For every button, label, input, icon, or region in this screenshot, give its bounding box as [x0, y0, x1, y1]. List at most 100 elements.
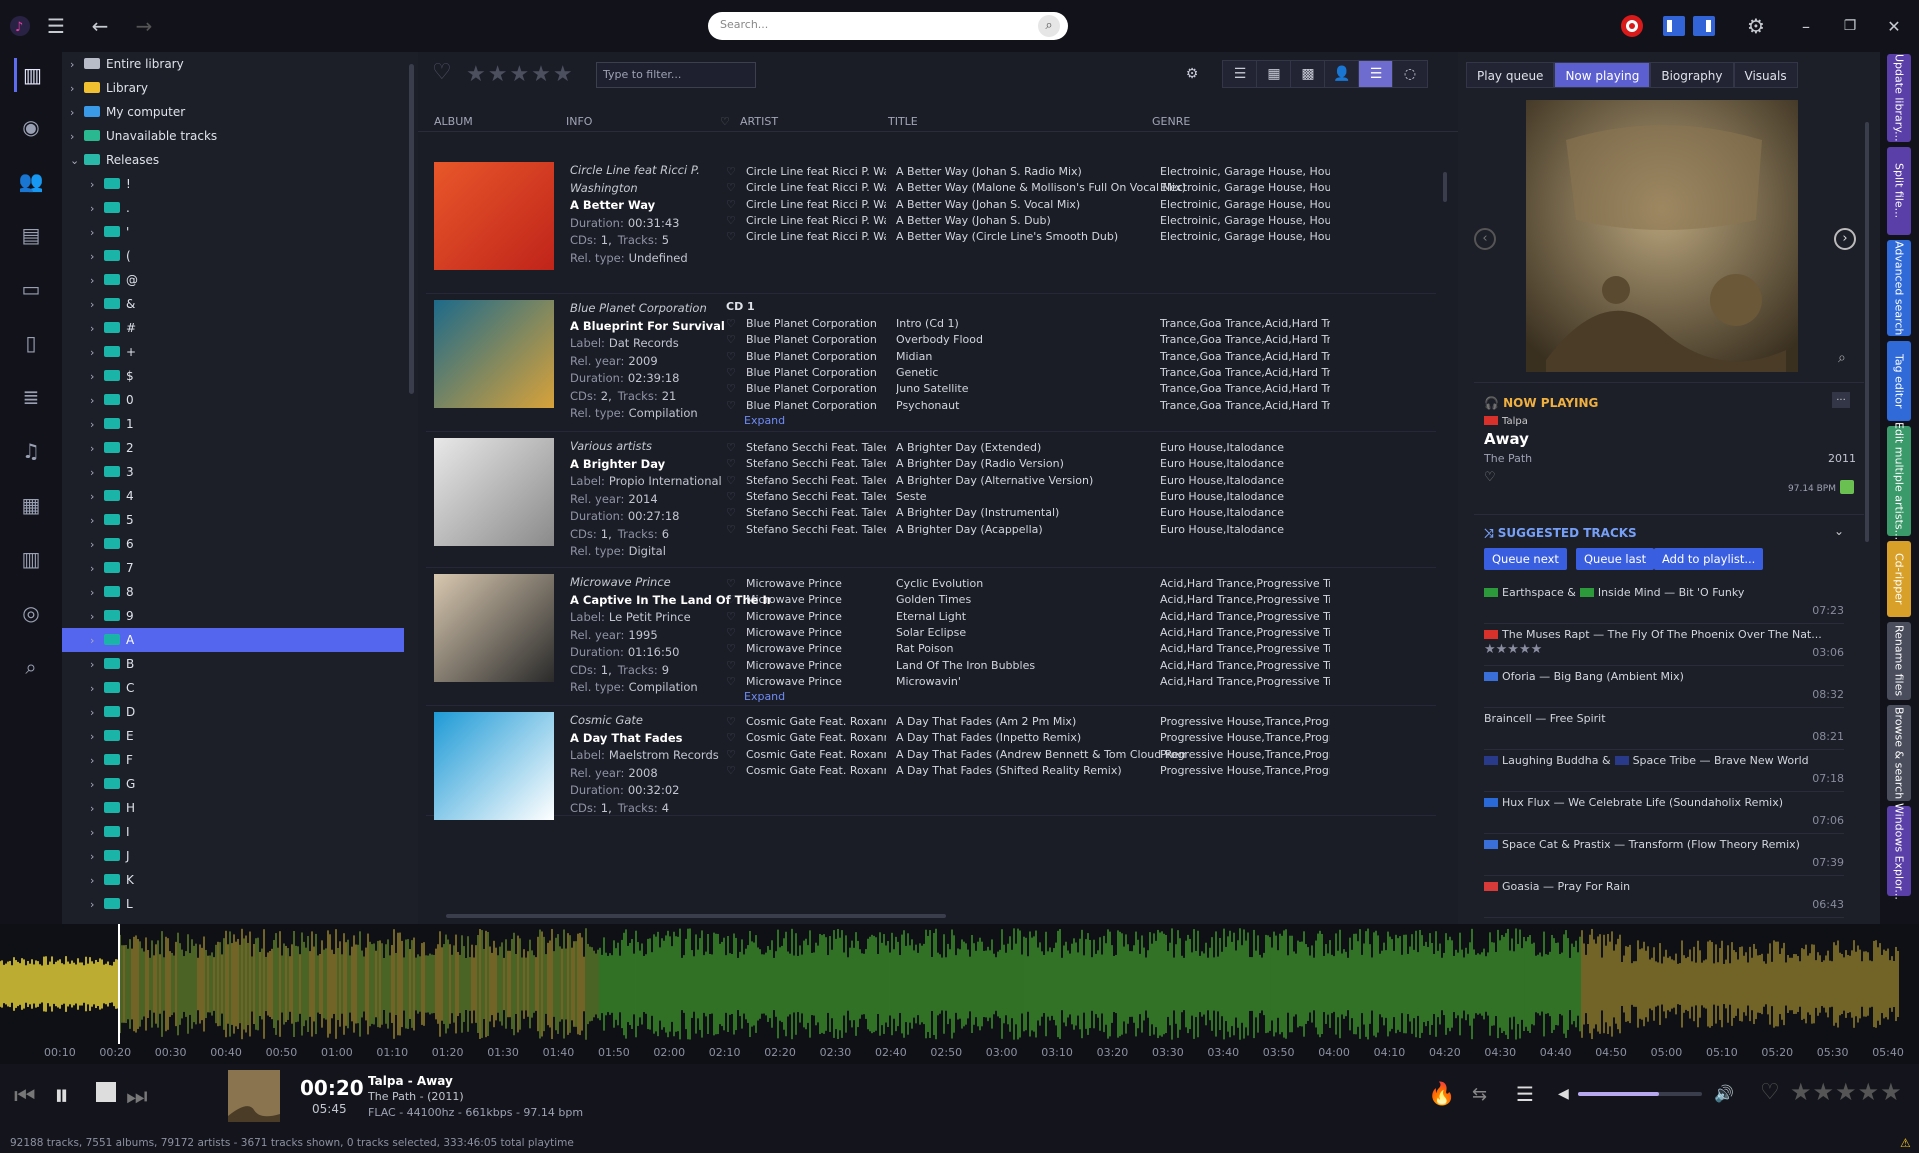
side-tab[interactable]: Tag editor: [1887, 341, 1911, 421]
chevron-icon[interactable]: ›: [90, 677, 104, 701]
chevron-icon[interactable]: ›: [90, 485, 104, 509]
track-heart-icon[interactable]: ♡: [726, 520, 736, 540]
suggested-artist[interactable]: Earthspace &: [1502, 586, 1576, 599]
chevron-icon[interactable]: ›: [90, 581, 104, 605]
chevron-icon[interactable]: ›: [90, 749, 104, 773]
add-to-playlist-button[interactable]: Add to playlist...: [1654, 548, 1764, 570]
track-row[interactable]: ♡ Cosmic Gate Feat. Roxann... A Day That F…: [726, 761, 1446, 781]
release-folder[interactable]: › A: [62, 628, 404, 652]
suggested-title[interactable]: Pray For Rain: [1558, 880, 1631, 893]
forward-arrow-icon[interactable]: →: [128, 10, 160, 42]
suggested-artist[interactable]: Laughing Buddha &: [1502, 754, 1611, 767]
track-heart-icon[interactable]: ♡: [726, 227, 736, 247]
track-heart-icon[interactable]: ♡: [726, 672, 736, 692]
side-tab[interactable]: Split file...: [1887, 147, 1911, 235]
side-tab[interactable]: Advanced search: [1887, 240, 1911, 336]
flame-icon[interactable]: 🔥: [1428, 1082, 1455, 1107]
release-folder[interactable]: › C: [62, 676, 404, 700]
release-folder[interactable]: › 1: [62, 412, 404, 436]
suggested-track[interactable]: Laughing Buddha & Space Tribe — Brave New…: [1484, 750, 1844, 792]
search-input[interactable]: Search... ⌕: [708, 12, 1068, 40]
side-tab[interactable]: Browse & search: [1887, 705, 1911, 801]
back-arrow-icon[interactable]: ←: [84, 10, 116, 42]
chevron-icon[interactable]: ›: [90, 821, 104, 845]
album-cover[interactable]: [434, 438, 554, 546]
app-logo-icon[interactable]: ♪: [4, 10, 36, 42]
player-cover-thumb[interactable]: [228, 1070, 280, 1122]
next-cover-icon[interactable]: ›: [1834, 228, 1856, 250]
chevron-icon[interactable]: ›: [90, 773, 104, 797]
queue-next-button[interactable]: Queue next: [1484, 548, 1567, 570]
minimize-icon[interactable]: –: [1790, 10, 1822, 42]
chevron-icon[interactable]: ›: [90, 653, 104, 677]
player-album-year[interactable]: The Path - (2011): [368, 1090, 464, 1103]
list-view-icon[interactable]: ☰: [1222, 60, 1258, 88]
chevron-icon[interactable]: ›: [90, 389, 104, 413]
col-info[interactable]: INFO: [566, 115, 592, 128]
volume-slider[interactable]: [1578, 1092, 1702, 1096]
rating-stars[interactable]: ★★★★★: [466, 62, 575, 87]
np-album[interactable]: The Path: [1484, 452, 1532, 465]
lastfm-icon[interactable]: [1616, 10, 1648, 42]
track-artist[interactable]: Cosmic Gate Feat. Roxann...: [746, 761, 886, 781]
chevron-icon[interactable]: ›: [90, 461, 104, 485]
artists-icon[interactable]: 👥: [14, 164, 48, 198]
track-artist[interactable]: Stefano Secchi Feat. Taleesa: [746, 520, 886, 540]
track-heart-icon[interactable]: ♡: [726, 396, 736, 416]
chevron-icon[interactable]: ›: [90, 629, 104, 653]
right-vscroll[interactable]: [1864, 102, 1870, 542]
suggested-track[interactable]: Space Cat & Prastix — Transform (Flow Th…: [1484, 834, 1844, 876]
filter-settings-icon[interactable]: ⚙: [1174, 60, 1210, 88]
side-tab[interactable]: Rename files: [1887, 622, 1911, 700]
album-cover[interactable]: [434, 300, 554, 408]
album-details-view-icon[interactable]: ☰: [1358, 60, 1394, 88]
release-folder[interactable]: › &: [62, 292, 404, 316]
search-icon[interactable]: ⌕: [14, 650, 48, 684]
chevron-icon[interactable]: ›: [90, 317, 104, 341]
suggested-artist[interactable]: Goasia: [1502, 880, 1540, 893]
col-artist[interactable]: ARTIST: [740, 115, 778, 128]
queue-last-button[interactable]: Queue last: [1576, 548, 1655, 570]
more-options-button[interactable]: ...: [1832, 392, 1850, 408]
side-tab[interactable]: Windows Explor...: [1887, 803, 1911, 899]
suggested-rating-stars[interactable]: ★★★★★: [1484, 642, 1542, 657]
suggested-track[interactable]: The Muses Rapt — The Fly Of The Phoenix …: [1484, 624, 1844, 666]
release-folder[interactable]: › J: [62, 844, 404, 868]
queue-list-icon[interactable]: ☰: [1516, 1082, 1534, 1106]
chevron-icon[interactable]: ›: [90, 869, 104, 893]
track-row[interactable]: ♡ Microwave Prince Microwavin' Acid,Hard Tr…: [726, 672, 1446, 692]
playlist-icon[interactable]: ≣: [14, 380, 48, 414]
side-tab[interactable]: Update library...: [1887, 54, 1911, 142]
release-folder[interactable]: › 9: [62, 604, 404, 628]
calendar-icon[interactable]: ▦: [14, 488, 48, 522]
tree-item[interactable]: ⌄ Releases: [62, 148, 404, 172]
chevron-icon[interactable]: ›: [90, 197, 104, 221]
np-heart-icon[interactable]: ♡: [1484, 470, 1496, 485]
release-folder[interactable]: ›(: [62, 244, 404, 268]
chevron-icon[interactable]: ›: [90, 845, 104, 869]
tree-item[interactable]: › My computer: [62, 100, 404, 124]
release-folder[interactable]: ›!: [62, 172, 404, 196]
radio-icon[interactable]: ◉: [14, 110, 48, 144]
release-folder[interactable]: › F: [62, 748, 404, 772]
col-title[interactable]: TITLE: [888, 115, 918, 128]
repeat-icon[interactable]: ⇆: [1472, 1084, 1487, 1105]
tree-item[interactable]: › Library: [62, 76, 404, 100]
suggested-artist[interactable]: Braincell: [1484, 712, 1532, 725]
center-hscroll[interactable]: [446, 912, 1446, 920]
release-folder[interactable]: › 4: [62, 484, 404, 508]
chevron-icon[interactable]: ›: [90, 173, 104, 197]
chevron-icon[interactable]: ›: [90, 557, 104, 581]
col-album[interactable]: ALBUM: [434, 115, 473, 128]
layout-right-icon[interactable]: [1688, 10, 1720, 42]
suggested-track[interactable]: Braincell — Free Spirit 08:21: [1484, 708, 1844, 750]
suggested-artist-2[interactable]: Space Tribe: [1633, 754, 1696, 767]
suggested-track[interactable]: Goasia — Pray For Rain 06:43: [1484, 876, 1844, 918]
release-folder[interactable]: › 2: [62, 436, 404, 460]
release-folder[interactable]: › E: [62, 724, 404, 748]
suggested-title[interactable]: The Fly Of The Phoenix Over The Nat...: [1608, 628, 1822, 641]
suggested-title[interactable]: Free Spirit: [1550, 712, 1606, 725]
track-artist[interactable]: Blue Planet Corporation: [746, 396, 886, 416]
suggested-title[interactable]: We Celebrate Life (Soundaholix Remix): [1568, 796, 1783, 809]
suggested-title[interactable]: Brave New World: [1714, 754, 1809, 767]
